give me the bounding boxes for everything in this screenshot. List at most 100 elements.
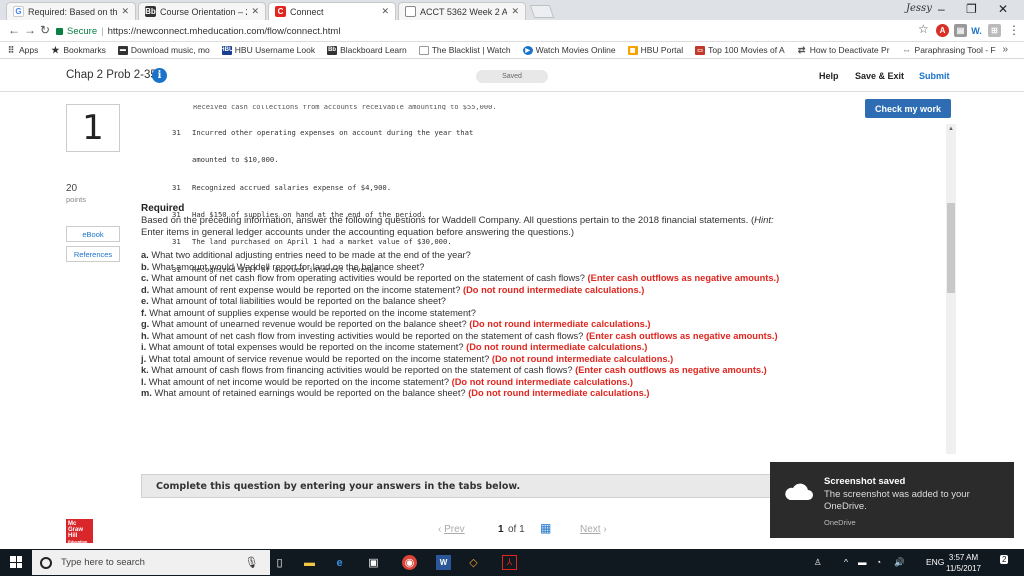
taskbar-clock[interactable]: 3:57 AM 11/5/2017 bbox=[946, 552, 981, 574]
question-text: What amount of total liabilities would b… bbox=[151, 296, 446, 306]
action-center-icon[interactable]: 2 bbox=[1000, 555, 1009, 564]
address-bar: ← → ↻ Secure | https://newconnect.mheduc… bbox=[0, 20, 1024, 42]
cloud-icon bbox=[785, 483, 813, 500]
question-item-g: g. What amount of unearned revenue would… bbox=[141, 319, 781, 331]
question-note: (Do not round intermediate calculations.… bbox=[469, 319, 651, 329]
bookmark-hbu-username[interactable]: HBU HBU Username Look bbox=[220, 45, 315, 55]
required-heading: Required bbox=[141, 203, 185, 214]
prev-button[interactable]: ‹ Prev bbox=[438, 524, 465, 535]
transaction-row: 31 Incurred other operating expenses on a… bbox=[172, 128, 473, 137]
bookmark-download-music[interactable]: ▬ Download music, mo bbox=[117, 45, 210, 55]
pdf-icon[interactable]: ⅄ bbox=[502, 555, 517, 570]
profile-name[interactable]: Jessy bbox=[906, 3, 932, 14]
acrobat-icon[interactable]: ◇ bbox=[466, 555, 481, 570]
transaction-day: 31 bbox=[172, 237, 181, 247]
minimize-icon[interactable]: – bbox=[938, 2, 945, 16]
page-total: of 1 bbox=[508, 524, 525, 535]
transaction-row: 31 Recognized accrued salaries expense of… bbox=[172, 183, 473, 192]
scrollbar-thumb[interactable] bbox=[947, 203, 955, 293]
edge-icon[interactable]: e bbox=[332, 555, 347, 570]
help-link[interactable]: Help bbox=[819, 71, 839, 81]
question-text: What amount of cash flows from financing… bbox=[151, 365, 573, 375]
bookmark-label: Paraphrasing Tool - F bbox=[914, 45, 996, 55]
next-button[interactable]: Next › bbox=[580, 524, 607, 535]
close-icon[interactable]: ✕ bbox=[251, 6, 259, 17]
bookmark-label: Top 100 Movies of A bbox=[708, 45, 785, 55]
windows-taskbar: Type here to search 🎙 ▯ ▬ e ▣ ◉ W ◇ ⅄ ♙ … bbox=[0, 549, 1024, 576]
people-icon[interactable]: ♙ bbox=[814, 557, 822, 568]
question-note: (Do not round intermediate calculations.… bbox=[466, 342, 648, 352]
close-icon[interactable]: ✕ bbox=[511, 6, 519, 17]
adblock-extension-icon[interactable]: A bbox=[936, 24, 949, 37]
bookmark-top-100-movies[interactable]: ▭ Top 100 Movies of A bbox=[695, 45, 785, 55]
menu-dots-icon[interactable]: ⋮ bbox=[1008, 23, 1020, 37]
question-text: What total amount of service revenue wou… bbox=[148, 353, 490, 364]
save-exit-link[interactable]: Save & Exit bbox=[855, 71, 904, 81]
extension-icon[interactable]: ⊞ bbox=[988, 24, 1001, 37]
question-grid-icon[interactable]: ▦ bbox=[540, 521, 551, 535]
browser-tab-2[interactable]: Bb Course Orientation – 201 ✕ bbox=[138, 2, 266, 20]
question-note: (Do not round intermediate calculations.… bbox=[491, 353, 674, 364]
chrome-icon[interactable]: ◉ bbox=[402, 555, 417, 570]
references-button[interactable]: References bbox=[66, 246, 120, 262]
language-indicator[interactable]: ENG bbox=[926, 557, 944, 567]
taskbar-search-field[interactable]: Type here to search bbox=[32, 550, 270, 575]
wifi-icon[interactable]: ◔ bbox=[876, 557, 881, 567]
bookmark-watch-movies[interactable]: ▶ Watch Movies Online bbox=[522, 45, 616, 55]
question-note: (Do not round intermediate calculations.… bbox=[451, 376, 633, 387]
secure-label: Secure bbox=[67, 25, 98, 37]
connect-header: Chap 2 Prob 2-35 i Saved Help Save & Exi… bbox=[0, 59, 1024, 92]
required-text-part: Enter items in general ledger accounts u… bbox=[141, 226, 575, 238]
bookmark-bookmarks[interactable]: ★ Bookmarks bbox=[50, 45, 106, 56]
close-window-icon[interactable]: ✕ bbox=[998, 2, 1008, 16]
question-letter: h. bbox=[141, 330, 150, 341]
problem-title: Chap 2 Prob 2-35 bbox=[66, 69, 157, 81]
volume-icon[interactable]: 🔊 bbox=[894, 557, 905, 568]
reload-icon[interactable]: ↻ bbox=[40, 23, 50, 37]
task-view-icon[interactable]: ▯ bbox=[272, 555, 287, 570]
check-my-work-button[interactable]: Check my work bbox=[865, 99, 951, 118]
submit-link[interactable]: Submit bbox=[919, 71, 950, 81]
word-extension-icon[interactable]: W. bbox=[970, 24, 983, 37]
bookmark-deactivate[interactable]: ⇄ How to Deactivate Pr bbox=[797, 45, 890, 56]
ebook-button[interactable]: eBook bbox=[66, 226, 120, 242]
back-icon[interactable]: ← bbox=[8, 23, 20, 37]
store-icon[interactable]: ▣ bbox=[366, 555, 381, 570]
microphone-icon[interactable]: 🎙 bbox=[244, 555, 259, 570]
new-tab-button[interactable] bbox=[529, 5, 555, 18]
url-field[interactable]: Secure | https://newconnect.mheducation.… bbox=[56, 23, 912, 39]
secure-indicator[interactable]: Secure bbox=[56, 26, 97, 37]
bookmarks-overflow-icon[interactable]: » bbox=[1002, 44, 1008, 55]
word-icon[interactable]: W bbox=[436, 555, 451, 570]
question-text: What amount of net income would be repor… bbox=[148, 376, 450, 387]
info-icon[interactable]: i bbox=[152, 68, 167, 83]
bookmark-label: Blackboard Learn bbox=[340, 45, 407, 55]
browser-tab-1[interactable]: G Required: Based on the p ✕ bbox=[6, 2, 136, 20]
restore-icon[interactable]: ❐ bbox=[966, 2, 977, 16]
show-hidden-icons[interactable]: ^ bbox=[844, 557, 848, 567]
bookmark-star-icon[interactable]: ☆ bbox=[918, 22, 929, 36]
bookmark-blacklist[interactable]: The Blacklist | Watch bbox=[418, 45, 511, 55]
play-circle-icon: ▶ bbox=[522, 45, 533, 55]
onedrive-notification[interactable]: Screenshot saved The screenshot was adde… bbox=[770, 462, 1014, 538]
close-icon[interactable]: ✕ bbox=[381, 6, 389, 17]
bookmark-hbu-portal[interactable]: ▦ HBU Portal bbox=[627, 45, 683, 55]
battery-icon[interactable]: ▬ bbox=[858, 557, 867, 567]
url-text[interactable]: https://newconnect.mheducation.com/flow/… bbox=[108, 26, 341, 37]
bookmark-paraphrasing[interactable]: ⇔ Paraphrasing Tool - F bbox=[902, 45, 996, 55]
close-icon[interactable]: ✕ bbox=[121, 6, 129, 17]
file-explorer-icon[interactable]: ▬ bbox=[302, 555, 317, 570]
question-item-c: c. What amount of net cash flow from ope… bbox=[141, 273, 781, 285]
scroll-up-icon[interactable]: ▲ bbox=[948, 126, 954, 132]
browser-tab-4[interactable]: ACCT 5362 Week 2 Assig ✕ bbox=[398, 2, 526, 20]
question-number[interactable]: 1 bbox=[66, 104, 120, 152]
windows-start-icon[interactable] bbox=[10, 556, 22, 568]
clock-time: 3:57 AM bbox=[948, 553, 979, 562]
bookmark-apps[interactable]: ⠿ Apps bbox=[6, 45, 39, 56]
extension-icon[interactable]: ▤ bbox=[954, 24, 967, 37]
question-text: What amount of supplies expense would be… bbox=[149, 307, 476, 318]
browser-tab-3[interactable]: C Connect ✕ bbox=[268, 2, 396, 20]
bookmark-blackboard[interactable]: Bb Blackboard Learn bbox=[327, 45, 407, 55]
bookmark-label: Bookmarks bbox=[63, 45, 106, 55]
forward-icon[interactable]: → bbox=[24, 23, 36, 37]
